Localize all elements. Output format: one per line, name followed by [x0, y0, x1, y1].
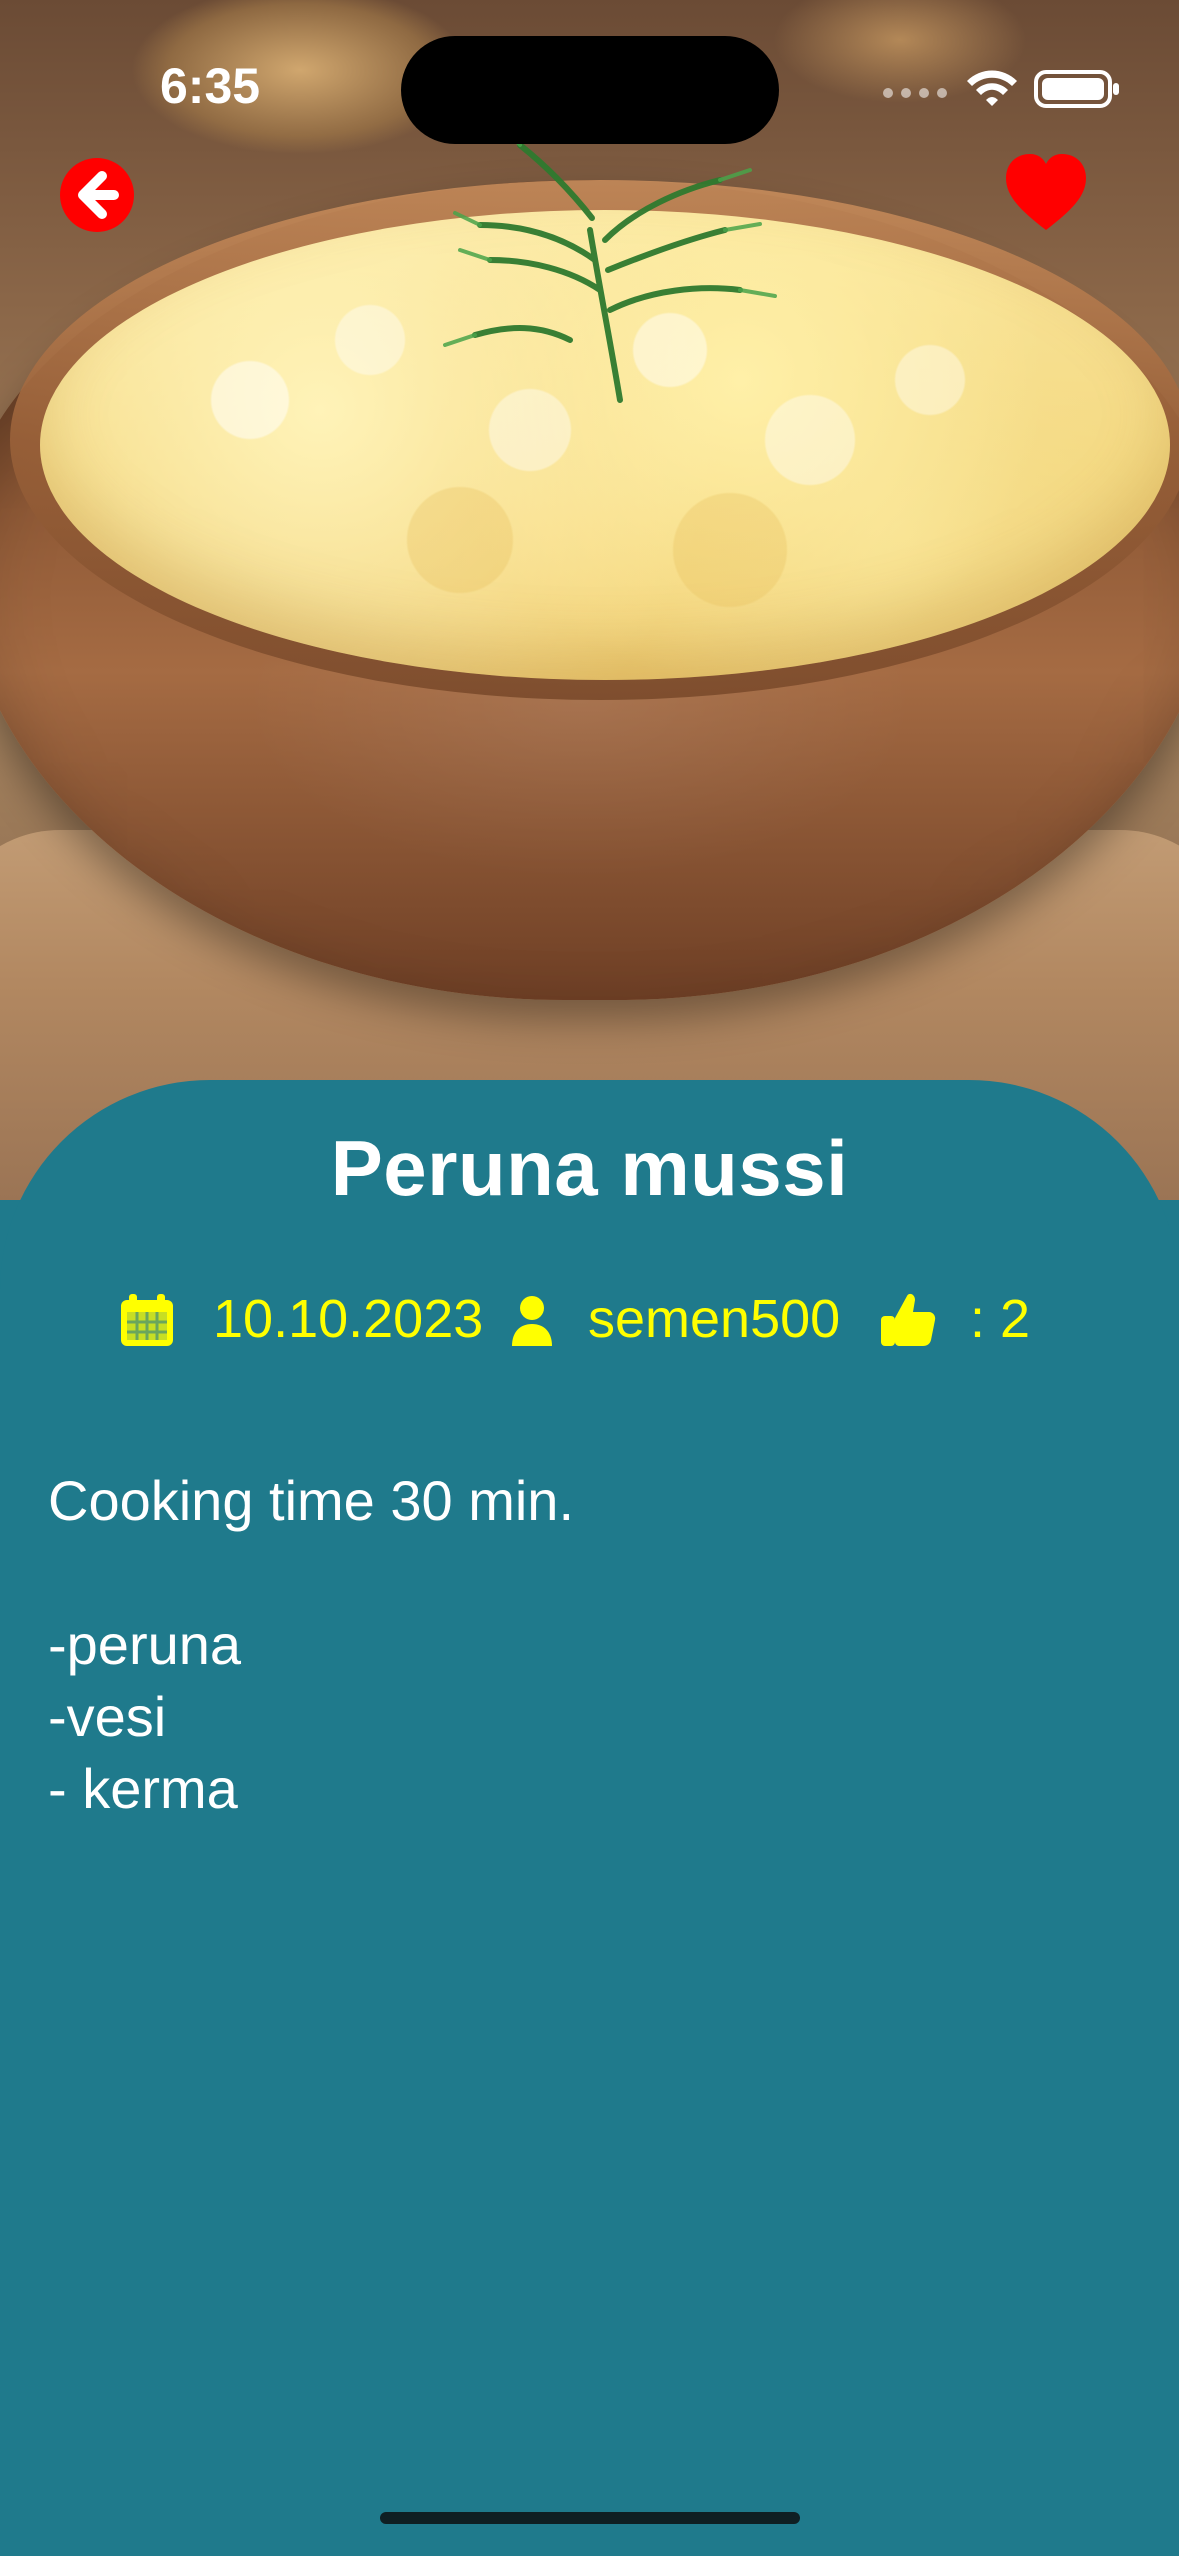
recipe-date: 10.10.2023 — [213, 1289, 484, 1349]
description-line: - kerma — [48, 1757, 238, 1820]
phone-screen: 6:35 Peruna mussi 10.10.2023 semen500: … — [0, 0, 1179, 2556]
back-arrow-icon[interactable] — [58, 156, 136, 234]
recipe-likes: : 2 — [970, 1289, 1031, 1349]
recipe-title: Peruna mussi — [330, 1124, 849, 1212]
description-line: -peruna — [48, 1613, 242, 1676]
home-indicator — [380, 2512, 800, 2524]
thumbs-up-icon — [881, 1293, 936, 1346]
dynamic-island — [401, 36, 779, 144]
status-time: 6:35 — [160, 58, 261, 114]
calendar-icon — [121, 1294, 173, 1346]
battery-icon — [1034, 70, 1119, 108]
favorite-heart-icon[interactable] — [1000, 150, 1092, 234]
status-icons — [881, 58, 1121, 118]
description-line: Cooking time 30 min. — [48, 1469, 575, 1532]
recipe-details-content: Peruna mussi 10.10.2023 semen500: 2 Coo… — [0, 1080, 1179, 2556]
cellular-signal-icon — [883, 88, 947, 98]
description-blank-line — [48, 1537, 1128, 1609]
description-line: -vesi — [48, 1685, 167, 1748]
dill-garnish — [443, 125, 777, 403]
recipe-description: Cooking time 30 min. -peruna -vesi - ker… — [48, 1465, 1128, 1965]
recipe-meta-row: 10.10.2023 semen500 : 2 — [0, 1270, 1179, 1360]
status-bar: 6:35 — [0, 0, 1179, 150]
recipe-details-card: Peruna mussi 10.10.2023 semen500: 2 Coo… — [0, 1080, 1179, 2556]
wifi-icon — [967, 70, 1017, 106]
user-icon — [512, 1296, 552, 1346]
recipe-author: semen500 — [588, 1289, 841, 1349]
